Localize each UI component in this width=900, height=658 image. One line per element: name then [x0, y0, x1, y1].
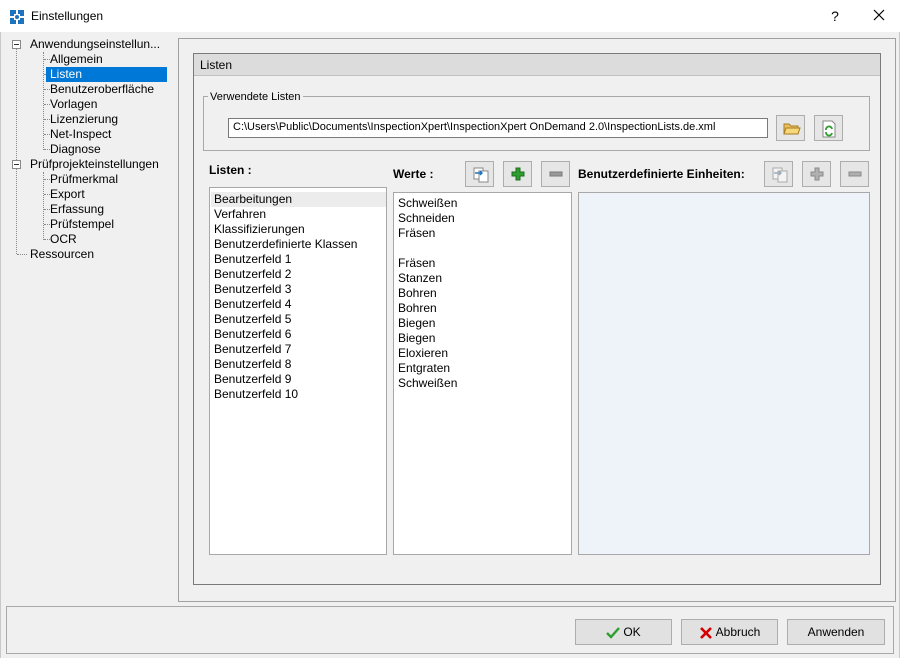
- tree-item-lizenzierung[interactable]: Lizenzierung: [48, 112, 120, 127]
- value-item[interactable]: Fräsen: [398, 256, 435, 271]
- x-icon: [699, 626, 712, 639]
- tree-connector: [17, 254, 27, 255]
- import-icon: [473, 167, 489, 183]
- help-button[interactable]: ?: [820, 0, 850, 32]
- open-file-button[interactable]: [776, 115, 805, 141]
- value-item[interactable]: Bohren: [398, 286, 437, 301]
- tree-item-net-inspect[interactable]: Net-Inspect: [48, 127, 113, 142]
- list-item[interactable]: Benutzerfeld 9: [214, 372, 291, 387]
- tree-item-diagnose[interactable]: Diagnose: [48, 142, 103, 157]
- minus-icon: [549, 171, 563, 177]
- value-item[interactable]: Bohren: [398, 301, 437, 316]
- refresh-icon: [822, 120, 836, 138]
- list-file-path-field[interactable]: C:\Users\Public\Documents\InspectionXper…: [228, 118, 768, 138]
- folder-open-icon: [783, 123, 801, 135]
- list-item[interactable]: Klassifizierungen: [214, 222, 305, 237]
- plus-icon: [511, 167, 525, 181]
- remove-unit-button[interactable]: [840, 161, 869, 187]
- reload-button[interactable]: [814, 115, 843, 141]
- custom-units-label: Benutzerdefinierte Einheiten:: [578, 167, 745, 181]
- close-icon: [873, 9, 885, 21]
- ok-label: OK: [623, 625, 641, 639]
- value-item[interactable]: Fräsen: [398, 226, 435, 241]
- tree-item-allgemein[interactable]: Allgemein: [48, 52, 105, 67]
- list-item[interactable]: Verfahren: [214, 207, 266, 222]
- list-item[interactable]: Benutzerfeld 4: [214, 297, 291, 312]
- cancel-button[interactable]: Abbruch: [681, 619, 778, 645]
- plus-icon: [810, 167, 824, 181]
- list-item[interactable]: Benutzerfeld 1: [214, 252, 291, 267]
- collapse-icon[interactable]: [12, 40, 21, 49]
- value-item[interactable]: Schneiden: [398, 211, 455, 226]
- list-item[interactable]: Benutzerfeld 5: [214, 312, 291, 327]
- checkmark-icon: [606, 627, 621, 639]
- import-icon: [772, 167, 788, 183]
- list-item[interactable]: Benutzerdefinierte Klassen: [214, 237, 357, 252]
- tree-item-ocr[interactable]: OCR: [48, 232, 79, 247]
- tree-item-pruefprojekteinstellungen[interactable]: Prüfprojekteinstellungen: [28, 157, 161, 172]
- tree-item-ressourcen[interactable]: Ressourcen: [28, 247, 96, 262]
- tree-item-anwendungseinstellungen[interactable]: Anwendungseinstellun...: [28, 37, 162, 52]
- window-border-left: [0, 32, 1, 658]
- apply-label: Anwenden: [807, 625, 865, 639]
- remove-value-button[interactable]: [541, 161, 570, 187]
- apply-button[interactable]: Anwenden: [787, 619, 885, 645]
- list-item[interactable]: Benutzerfeld 3: [214, 282, 291, 297]
- custom-units-listbox[interactable]: [578, 192, 870, 555]
- ok-button[interactable]: OK: [575, 619, 672, 645]
- panel-header: Listen: [194, 54, 880, 76]
- tree-item-pruefmerkmal[interactable]: Prüfmerkmal: [48, 172, 120, 187]
- values-label: Werte :: [393, 167, 434, 181]
- window-title: Einstellungen: [31, 9, 104, 23]
- close-button[interactable]: [862, 0, 896, 32]
- minus-icon: [848, 171, 862, 177]
- tree-connector: [43, 172, 44, 240]
- lists-listbox[interactable]: Bearbeitungen Verfahren Klassifizierunge…: [209, 187, 387, 555]
- list-item[interactable]: Benutzerfeld 8: [214, 357, 291, 372]
- add-value-button[interactable]: [503, 161, 532, 187]
- tree-item-vorlagen[interactable]: Vorlagen: [48, 97, 99, 112]
- collapse-icon[interactable]: [12, 160, 21, 169]
- tree-connector: [16, 44, 17, 254]
- app-icon: [10, 10, 24, 24]
- lists-label: Listen :: [209, 163, 252, 177]
- list-item[interactable]: Benutzerfeld 7: [214, 342, 291, 357]
- title-bar: Einstellungen ?: [0, 0, 900, 32]
- value-item[interactable]: Biegen: [398, 331, 435, 346]
- cancel-label: Abbruch: [715, 625, 761, 639]
- tree-item-erfassung[interactable]: Erfassung: [48, 202, 106, 217]
- tree-item-listen[interactable]: Listen: [46, 67, 167, 82]
- tree-item-benutzeroberflaeche[interactable]: Benutzeroberfläche: [48, 82, 156, 97]
- used-lists-label: Verwendete Listen: [208, 91, 303, 103]
- import-values-button[interactable]: [465, 161, 494, 187]
- value-item[interactable]: Stanzen: [398, 271, 442, 286]
- add-unit-button[interactable]: [802, 161, 831, 187]
- list-item[interactable]: Benutzerfeld 6: [214, 327, 291, 342]
- tree-item-export[interactable]: Export: [48, 187, 87, 202]
- settings-tree: Anwendungseinstellun... Allgemein Listen…: [6, 32, 174, 602]
- list-item[interactable]: Benutzerfeld 10: [214, 387, 298, 402]
- tree-item-pruefstempel[interactable]: Prüfstempel: [48, 217, 116, 232]
- value-item[interactable]: Eloxieren: [398, 346, 448, 361]
- values-listbox[interactable]: Schweißen Schneiden Fräsen Fräsen Stanze…: [393, 192, 572, 555]
- value-item[interactable]: Schweißen: [398, 376, 457, 391]
- panel-title: Listen: [200, 58, 233, 72]
- import-units-button[interactable]: [764, 161, 793, 187]
- list-item[interactable]: Bearbeitungen: [211, 192, 386, 207]
- list-item[interactable]: Benutzerfeld 2: [214, 267, 291, 282]
- value-item[interactable]: Schweißen: [398, 196, 457, 211]
- tree-connector: [43, 52, 44, 150]
- value-item[interactable]: Entgraten: [398, 361, 450, 376]
- value-item[interactable]: Biegen: [398, 316, 435, 331]
